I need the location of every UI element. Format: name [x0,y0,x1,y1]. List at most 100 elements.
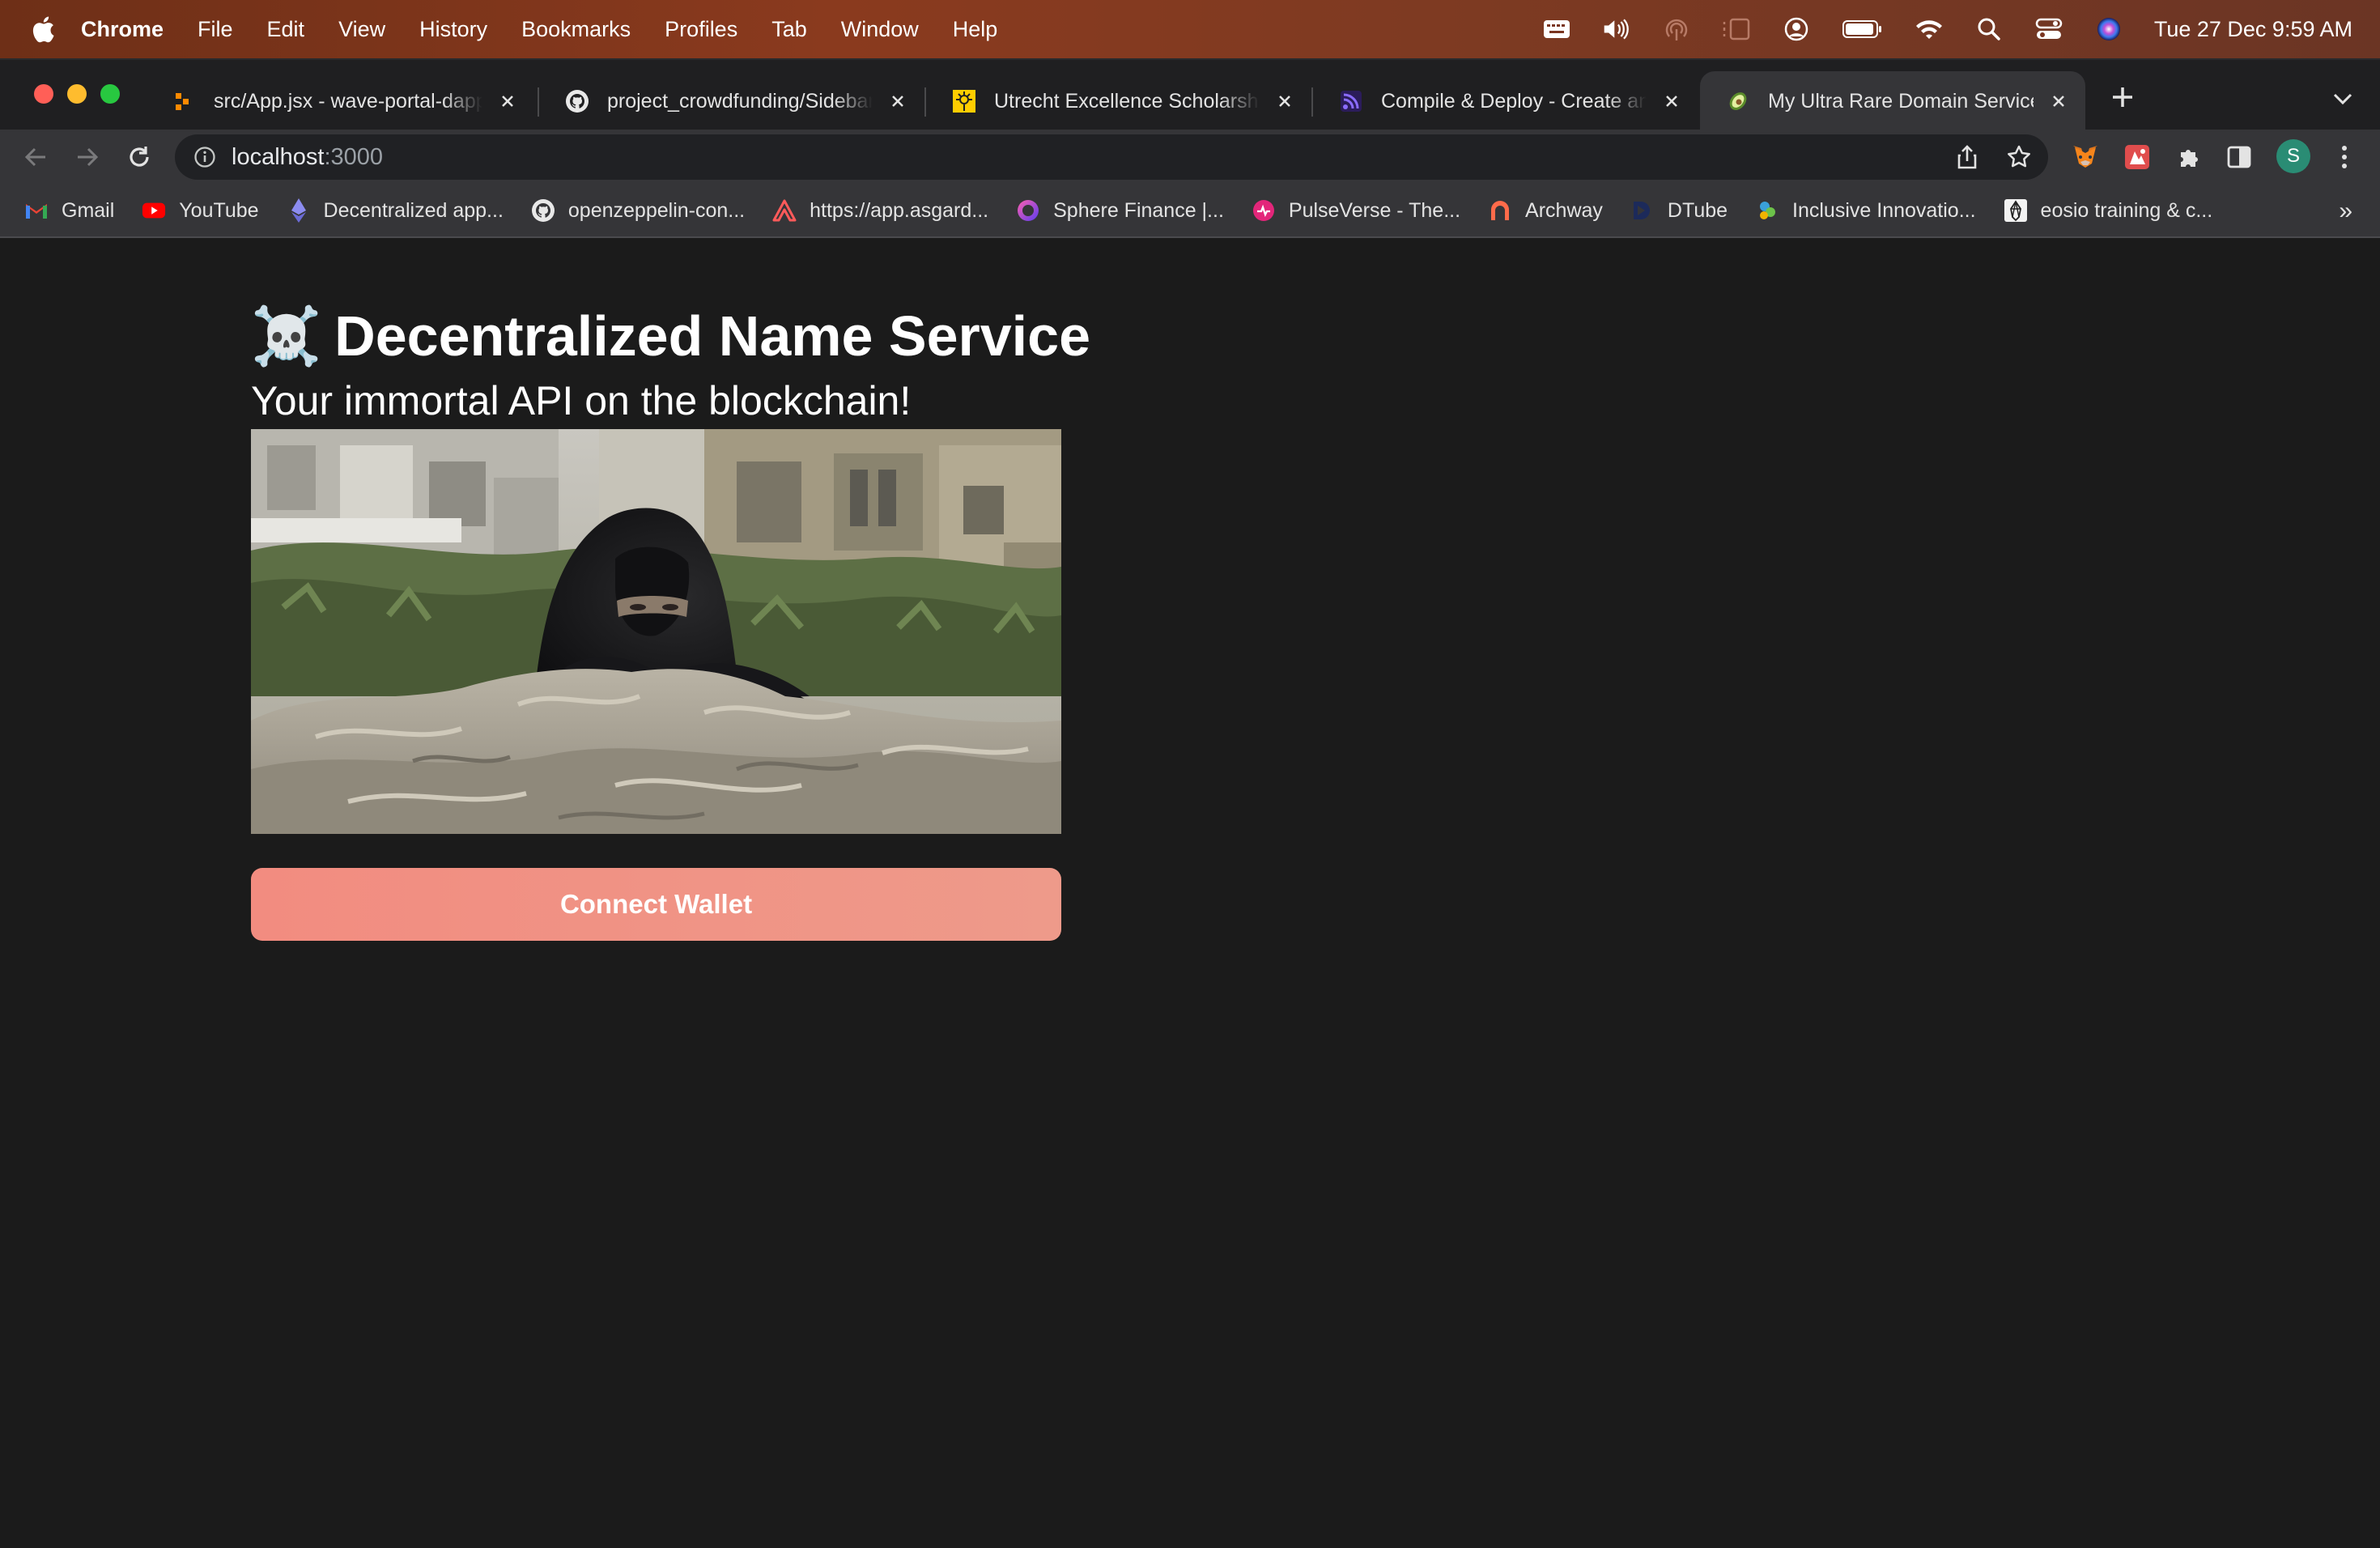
menu-app-chrome[interactable]: Chrome [81,17,164,42]
bookmark-sphere-finance[interactable]: Sphere Finance |... [1016,198,1224,223]
connect-wallet-button[interactable]: Connect Wallet [251,868,1061,941]
stage-manager-icon[interactable] [1722,15,1751,44]
bookmark-youtube[interactable]: YouTube [142,198,259,223]
eosio-icon [2004,198,2028,223]
tab-strip: src/App.jsx - wave-portal-dapp project_c… [0,58,2380,131]
close-icon[interactable] [1660,89,1684,113]
side-panel-icon[interactable] [2223,141,2255,173]
inclusive-icon [1755,198,1779,223]
bookmark-asgard[interactable]: https://app.asgard... [772,198,988,223]
github-icon [565,89,589,113]
dtube-icon [1630,198,1655,223]
forward-arrow-icon[interactable] [71,141,104,173]
url-host: localhost [232,143,325,170]
pulse-icon [1252,198,1276,223]
bookmark-label: Decentralized app... [323,198,504,222]
tab-title: project_crowdfunding/Sidebar. [607,89,873,113]
extension-icon[interactable] [2121,141,2153,173]
bookmark-label: Gmail [62,198,115,222]
close-icon[interactable] [886,89,910,113]
bookmark-openzeppelin[interactable]: openzeppelin-con... [531,198,745,223]
window-close-button[interactable] [34,84,53,104]
bookmark-label: eosio training & c... [2040,198,2213,222]
bookmark-decentralized-app[interactable]: Decentralized app... [287,198,504,223]
tab-search-chevron-down-icon[interactable] [2328,84,2357,113]
menu-bookmarks[interactable]: Bookmarks [521,17,631,42]
site-info-icon[interactable] [193,145,217,169]
bookmark-eosio[interactable]: eosio training & c... [2004,198,2213,223]
web-page: ☠️ Decentralized Name Service Your immor… [0,240,2380,1548]
page-subtitle: Your immortal API on the blockchain! [251,378,912,423]
menu-profiles[interactable]: Profiles [665,17,737,42]
menubar-clock[interactable]: Tue 27 Dec 9:59 AM [2154,17,2352,42]
bookmarks-overflow-button[interactable]: » [2339,185,2352,238]
page-title-text: Decentralized Name Service [334,304,1090,368]
close-icon[interactable] [495,89,520,113]
avocado-icon [1726,89,1750,113]
wifi-icon[interactable] [1915,15,1944,44]
window-zoom-button[interactable] [100,84,120,104]
new-tab-button[interactable] [2106,81,2139,113]
airdrop-icon[interactable] [1662,15,1691,44]
control-center-icon[interactable] [2034,15,2063,44]
reload-icon[interactable] [123,141,155,173]
bookmark-dtube[interactable]: DTube [1630,198,1728,223]
archway-icon [1488,198,1512,223]
bookmark-star-icon[interactable] [2004,142,2034,172]
profile-avatar[interactable]: S [2276,139,2310,173]
menu-view[interactable]: View [338,17,385,42]
share-icon[interactable] [1953,142,1982,172]
back-arrow-icon[interactable] [19,141,52,173]
bookmark-archway[interactable]: Archway [1488,198,1603,223]
menu-edit[interactable]: Edit [267,17,305,42]
tab-utrecht[interactable]: Utrecht Excellence Scholarship [926,71,1311,131]
menu-help[interactable]: Help [953,17,998,42]
tab-title: Compile & Deploy - Create an N [1381,89,1647,113]
tab-compile-deploy[interactable]: Compile & Deploy - Create an N [1313,71,1698,131]
youtube-icon [142,198,166,223]
chrome-menu-icon[interactable] [2328,141,2361,173]
user-account-icon[interactable] [1782,15,1811,44]
menu-file[interactable]: File [198,17,233,42]
bookmark-inclusive-innovation[interactable]: Inclusive Innovatio... [1755,198,1976,223]
gitpod-icon [172,89,196,113]
metamask-icon[interactable] [2069,141,2102,173]
asgard-icon [772,198,797,223]
github-icon [531,198,555,223]
tab-ultra-rare-domain[interactable]: My Ultra Rare Domain Service [1700,71,2085,131]
tab-title: My Ultra Rare Domain Service [1768,89,2034,113]
menu-tab[interactable]: Tab [771,17,807,42]
address-bar[interactable]: localhost:3000 [175,134,2048,180]
siri-icon[interactable] [2094,15,2123,44]
bookmark-label: Inclusive Innovatio... [1792,198,1976,222]
spotlight-search-icon[interactable] [1974,15,2004,44]
url-port: :3000 [324,143,384,170]
app-container: ☠️ Decentralized Name Service Your immor… [251,308,1090,941]
menu-history[interactable]: History [419,17,487,42]
gmail-icon [24,198,49,223]
bookmarks-bar: Gmail YouTube Decentralized app... openz… [0,185,2380,238]
close-icon[interactable] [1273,89,1297,113]
bookmark-gmail[interactable]: Gmail [24,198,114,223]
window-controls [34,84,120,104]
bookmark-label: DTube [1667,198,1728,222]
tab-crowdfunding[interactable]: project_crowdfunding/Sidebar. [539,71,924,131]
bookmark-label: PulseVerse - The... [1288,198,1461,222]
bookmark-label: openzeppelin-con... [567,198,746,222]
tab-app-jsx[interactable]: src/App.jsx - wave-portal-dapp [146,71,534,131]
utrecht-icon [952,89,976,113]
window-minimize-button[interactable] [67,84,87,104]
ninja-gif-image [251,429,1061,834]
url-text: localhost:3000 [232,144,383,171]
bookmark-pulseverse[interactable]: PulseVerse - The... [1252,198,1460,223]
bookmark-label: https://app.asgard... [810,198,989,222]
volume-icon[interactable] [1602,15,1631,44]
menu-window[interactable]: Window [841,17,919,42]
keyboard-icon[interactable] [1542,15,1571,44]
sphere-icon [1016,198,1040,223]
battery-icon[interactable] [1842,15,1884,44]
extensions-puzzle-icon[interactable] [2173,141,2205,173]
tab-title: Utrecht Excellence Scholarship [994,89,1260,113]
apple-icon[interactable] [29,13,57,45]
close-icon[interactable] [2046,89,2071,113]
